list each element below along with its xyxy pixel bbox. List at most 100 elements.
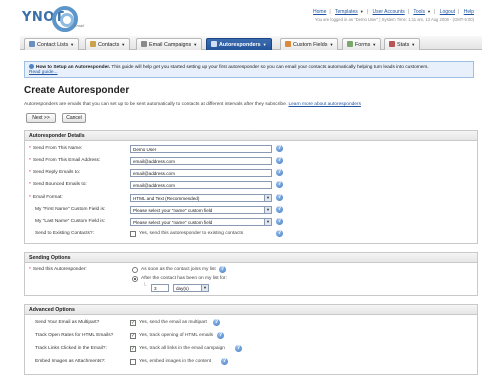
row-embed-images: Embed Images as Attachments?: Yes, embed… xyxy=(25,357,477,367)
multipart-checkbox[interactable]: ✓ xyxy=(130,320,136,326)
row-email-format: * Email Format: HTML and Text (Recommende… xyxy=(25,193,477,203)
tab-label: Stats xyxy=(397,42,410,48)
tab-stats[interactable]: Stats ▼ xyxy=(384,38,421,50)
stats-icon xyxy=(389,41,395,47)
info-text: This guide will help get you started set… xyxy=(110,65,429,70)
field-label: * Send Reply Emails to: xyxy=(29,170,81,175)
row-track-opens: Track Open Rates for HTML Emails? ✓ Yes,… xyxy=(25,331,477,341)
templates-link[interactable]: Templates xyxy=(335,9,358,15)
tab-custom-fields[interactable]: Custom Fields ▼ xyxy=(280,38,339,50)
help-icon[interactable]: ? xyxy=(221,358,228,365)
help-link[interactable]: Help xyxy=(464,9,474,15)
chevron-down-icon: ▼ xyxy=(264,207,271,213)
select-value: HTML and Text (Recommended) xyxy=(133,196,200,201)
last-name-field-select[interactable]: Please select your "name" custom field ▼ xyxy=(130,218,272,226)
tab-autoresponders[interactable]: Autoresponders ▼ xyxy=(206,38,272,50)
track-opens-text: Yes, track opening of HTML emails xyxy=(139,333,214,338)
help-icon[interactable]: ? xyxy=(276,230,283,237)
select-value: Please select your "name" custom field xyxy=(133,208,213,213)
user-accounts-link[interactable]: User Accounts xyxy=(372,9,404,15)
help-icon[interactable]: ? xyxy=(276,169,283,176)
row-send-from-name: * Send From This Name: Demo User ? xyxy=(25,144,477,154)
details-heading: Autoresponder Details xyxy=(25,131,477,141)
row-existing-contacts: Send to Existing Contacts?: Yes, send th… xyxy=(25,229,477,239)
app-logo[interactable]: YNOT Email xyxy=(22,6,90,32)
last-name-label: My "Last Name" Custom Field is: xyxy=(35,219,106,224)
help-info-box: How to Setup an Autoresponder. This guid… xyxy=(24,61,474,78)
send-from-email-input[interactable]: email@address.com xyxy=(130,157,272,165)
learn-more-link[interactable]: Learn more about autoresponders xyxy=(288,102,361,107)
advanced-heading: Advanced Options xyxy=(25,305,477,315)
custom-fields-icon xyxy=(285,41,291,47)
help-icon[interactable]: ? xyxy=(276,194,283,201)
multipart-text: Yes, send the email as multipart xyxy=(139,320,207,325)
first-name-label: My "First Name" Custom Field is: xyxy=(35,207,106,212)
reply-email-input[interactable]: email@address.com xyxy=(130,169,272,177)
select-value: day(s) xyxy=(176,286,189,291)
existing-contacts-label: Send to Existing Contacts?: xyxy=(35,231,94,236)
existing-contacts-checkbox[interactable] xyxy=(130,231,136,237)
chevron-down-icon: ▼ xyxy=(264,195,271,201)
help-icon[interactable]: ? xyxy=(276,145,283,152)
row-multipart: Send Your Email as Multipart? ✓ Yes, sen… xyxy=(25,318,477,328)
email-format-select[interactable]: HTML and Text (Recommended) ▼ xyxy=(130,194,272,202)
bounced-email-input[interactable]: email@address.com xyxy=(130,181,272,189)
advanced-section: Advanced Options Send Your Email as Mult… xyxy=(24,304,478,375)
days-unit-select[interactable]: day(s) ▼ xyxy=(173,284,209,292)
tab-label: Contacts xyxy=(98,42,120,48)
cancel-button[interactable]: Cancel xyxy=(62,113,86,123)
chevron-down-icon: ▼ xyxy=(201,285,208,291)
chevron-down-icon: ▼ xyxy=(264,219,271,225)
help-icon[interactable]: ? xyxy=(276,218,283,225)
autoresponder-icon xyxy=(211,41,217,47)
tree-connector: └ xyxy=(143,283,147,289)
label-text: Send From This Email Address: xyxy=(32,158,101,163)
tools-link[interactable]: Tools xyxy=(413,9,425,15)
main-nav: Contact Lists ▼ Contacts ▼ Email Campaigns… xyxy=(20,36,482,50)
field-label: * Email Format: xyxy=(29,195,63,200)
send-immediately-radio[interactable] xyxy=(132,267,138,273)
field-label: * Send From This Email Address: xyxy=(29,158,101,163)
row-first-name-field: My "First Name" Custom Field is: Please … xyxy=(25,205,477,215)
tab-label: Contact Lists xyxy=(37,42,69,48)
embed-images-checkbox[interactable] xyxy=(130,359,136,365)
help-icon[interactable]: ? xyxy=(217,332,224,339)
next-button[interactable]: Next >> xyxy=(26,113,56,123)
embed-images-label: Embed Images as Attachments?: xyxy=(35,359,106,364)
help-icon[interactable]: ? xyxy=(276,157,283,164)
send-from-name-input[interactable]: Demo User xyxy=(130,145,272,153)
help-icon[interactable]: ? xyxy=(219,266,226,273)
sending-section: Sending Options * Send this Autoresponder… xyxy=(24,252,478,296)
header: YNOT Email Home | Templates ▼ | User Accoun… xyxy=(0,0,500,36)
send-after-text: After the contact has been on my list fo… xyxy=(141,276,227,281)
first-name-field-select[interactable]: Please select your "name" custom field ▼ xyxy=(130,206,272,214)
label-text: Email Format: xyxy=(32,195,63,200)
help-icon[interactable]: ? xyxy=(213,319,220,326)
help-icon[interactable]: ? xyxy=(235,345,242,352)
label-text: Send this Autoresponder: xyxy=(32,267,87,272)
logo-subtext: Email xyxy=(74,23,85,28)
tab-label: Custom Fields xyxy=(293,42,328,48)
contacts-list-icon xyxy=(29,41,35,47)
days-count-input[interactable]: 3 xyxy=(151,284,169,292)
logout-link[interactable]: Logout xyxy=(440,9,455,15)
page-title: Create Autoresponder xyxy=(24,85,130,96)
help-icon[interactable]: ? xyxy=(276,181,283,188)
sending-heading: Sending Options xyxy=(25,253,477,263)
track-opens-checkbox[interactable]: ✓ xyxy=(130,333,136,339)
field-label: * Send this Autoresponder: xyxy=(29,267,87,272)
help-icon[interactable]: ? xyxy=(276,206,283,213)
row-track-links: Track Links Clicked in the Email?: ✓ Yes… xyxy=(25,344,477,354)
tab-email-campaigns[interactable]: Email Campaigns ▼ xyxy=(136,38,203,50)
field-label: * Send From This Name: xyxy=(29,146,83,151)
home-link[interactable]: Home xyxy=(313,9,326,15)
send-after-radio[interactable] xyxy=(132,276,138,282)
tab-contacts[interactable]: Contacts ▼ xyxy=(85,38,131,50)
label-text: Send Bounced Emails to: xyxy=(32,182,87,187)
tab-forms[interactable]: Forms ▼ xyxy=(342,38,382,50)
read-guide-link[interactable]: Read guide... xyxy=(29,70,58,75)
track-links-checkbox[interactable]: ✓ xyxy=(130,346,136,352)
tab-contact-lists[interactable]: Contact Lists ▼ xyxy=(24,38,80,50)
track-links-label: Track Links Clicked in the Email?: xyxy=(35,346,107,351)
multipart-label: Send Your Email as Multipart? xyxy=(35,320,100,325)
